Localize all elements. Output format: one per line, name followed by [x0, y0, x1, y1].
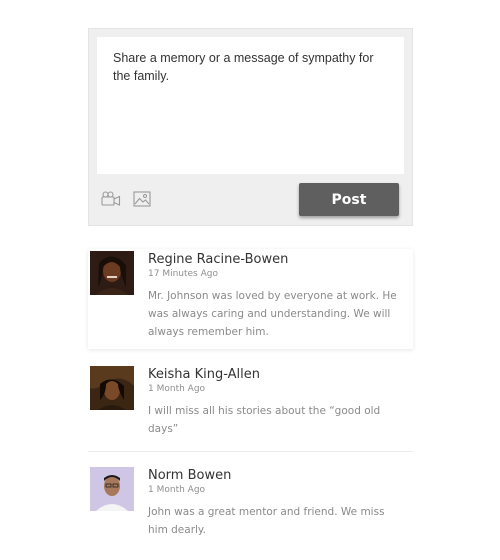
- post-button[interactable]: Post: [299, 183, 399, 216]
- message-placeholder: Share a memory or a message of sympathy …: [113, 51, 374, 83]
- comment-timestamp: 1 Month Ago: [148, 485, 206, 495]
- avatar[interactable]: [90, 251, 134, 295]
- image-icon[interactable]: [133, 191, 153, 207]
- comment-message: Mr. Johnson was loved by everyone at wor…: [148, 290, 397, 338]
- message-textarea[interactable]: Share a memory or a message of sympathy …: [97, 37, 404, 174]
- comment-timestamp: 17 Minutes Ago: [148, 269, 218, 279]
- comment-message: John was a great mentor and friend. We m…: [148, 506, 385, 536]
- comment-card: Keisha King-Allen 1 Month Ago I will mis…: [88, 364, 413, 452]
- comment-composer: Share a memory or a message of sympathy …: [88, 28, 413, 226]
- avatar[interactable]: [90, 467, 134, 511]
- video-camera-icon[interactable]: [101, 191, 121, 207]
- memorial-page: Share a memory or a message of sympathy …: [0, 0, 500, 560]
- avatar[interactable]: [90, 366, 134, 410]
- comment-message: I will miss all his stories about the “g…: [148, 405, 381, 435]
- comment-author[interactable]: Regine Racine-Bowen: [148, 252, 288, 267]
- comment-card: Norm Bowen 1 Month Ago John was a great …: [88, 465, 413, 545]
- comment-card: Regine Racine-Bowen 17 Minutes Ago Mr. J…: [88, 249, 413, 349]
- comment-timestamp: 1 Month Ago: [148, 384, 206, 394]
- comment-author[interactable]: Keisha King-Allen: [148, 367, 260, 382]
- comment-author[interactable]: Norm Bowen: [148, 468, 231, 483]
